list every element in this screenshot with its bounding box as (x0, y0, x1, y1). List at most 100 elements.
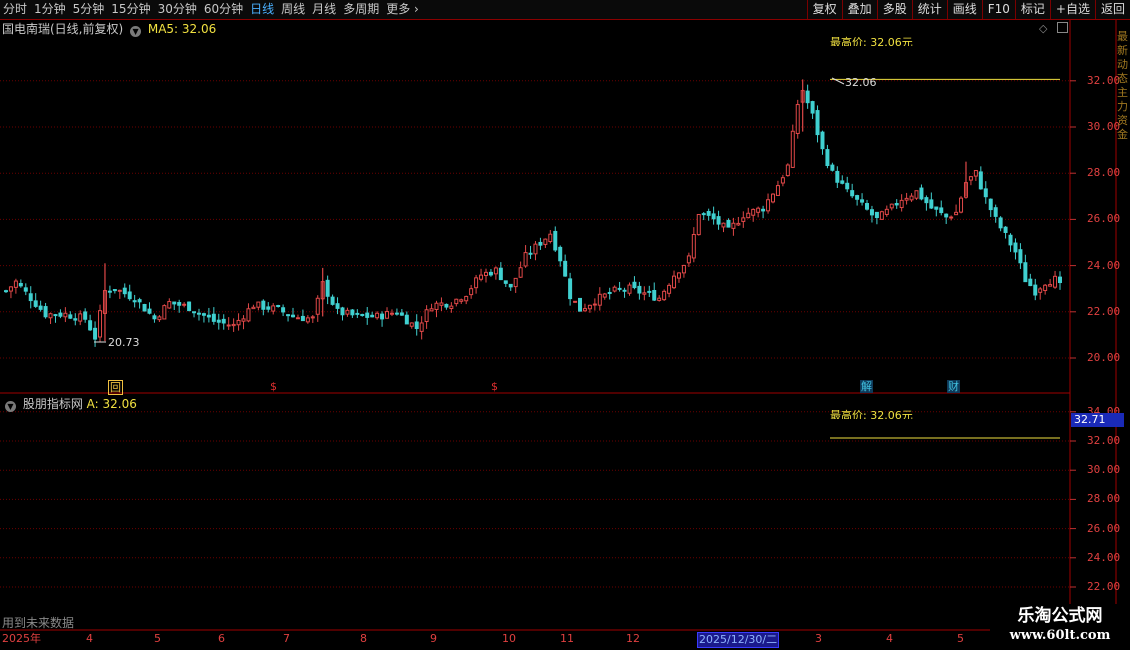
candle-body (449, 305, 454, 309)
candle-body (548, 233, 553, 242)
candle-body (865, 203, 870, 210)
candle-body (607, 291, 612, 294)
candle-body (231, 323, 236, 327)
watermark-title: 乐淘公式网 (1017, 606, 1103, 626)
chevron-down-icon[interactable]: ▼ (5, 401, 16, 412)
date-tick-label: 2025年 (2, 632, 41, 645)
candle-body (578, 297, 583, 312)
candle-body (493, 267, 498, 275)
candle-body (266, 306, 271, 310)
candle-body (63, 312, 68, 318)
candle-body (894, 203, 899, 206)
price-tick-label: 30.00 (1087, 120, 1121, 133)
candle-body (38, 305, 43, 310)
candle-body (1033, 284, 1038, 296)
event-marker[interactable]: 解 (860, 380, 873, 393)
candle-body (355, 312, 360, 315)
candle-body (474, 277, 479, 289)
candle-body (112, 289, 117, 292)
candle-body (528, 252, 533, 255)
date-tick-label: 5 (154, 632, 161, 645)
candle-body (780, 177, 785, 184)
candle-body (483, 271, 488, 277)
event-marker[interactable]: $ (270, 380, 277, 393)
candle-body (498, 267, 503, 281)
candle-body (558, 246, 563, 262)
candle-body (187, 301, 192, 312)
candle-body (914, 190, 919, 199)
candle-body (444, 303, 449, 308)
candle-body (1013, 242, 1018, 253)
candle-body (830, 164, 835, 171)
candle-body (53, 314, 58, 317)
date-tick-label: 4 (886, 632, 893, 645)
candle-body (206, 314, 211, 318)
price-tick-label: 24.00 (1087, 550, 1121, 564)
candle-body (597, 293, 602, 306)
candle-body (221, 318, 226, 324)
candle-body (672, 275, 677, 289)
candle-body (211, 313, 216, 322)
candle-body (850, 190, 855, 197)
right-side-panel-tab[interactable]: 最新动态 主力资金 (1117, 30, 1129, 142)
candle-body (1038, 288, 1043, 293)
candle-body (389, 312, 394, 315)
indicator-value: A: 32.06 (86, 397, 137, 411)
price-tick-label: 26.00 (1087, 212, 1121, 226)
candle-body (652, 289, 657, 301)
price-tick-label: 26.00 (1087, 521, 1121, 535)
candle-body (889, 203, 894, 209)
watermark: 乐淘公式网 www.60lt.com (990, 604, 1130, 650)
candle-body (18, 282, 23, 287)
candle-body (271, 305, 276, 312)
candle-body (251, 306, 256, 310)
candle-body (261, 300, 266, 310)
candle-body (731, 222, 736, 229)
candle-body (177, 302, 182, 306)
candle-body (1058, 276, 1062, 284)
candle-body (434, 302, 439, 311)
candle-body (404, 314, 409, 325)
candle-body (33, 300, 38, 307)
candle-body (286, 314, 291, 317)
candle-body (513, 277, 518, 288)
candle-body (612, 286, 617, 292)
candle-body (949, 216, 954, 219)
candle-body (622, 289, 627, 292)
event-marker[interactable]: $ (491, 380, 498, 393)
event-marker[interactable]: 财 (947, 380, 960, 393)
price-tick-label: 20.00 (1087, 351, 1121, 364)
date-tick-label: 4 (86, 632, 93, 645)
candle-body (360, 313, 365, 317)
candle-body (28, 293, 33, 302)
candle-body (83, 311, 88, 320)
candle-body (988, 198, 993, 211)
candle-body (676, 272, 681, 279)
date-tick-label: 10 (502, 632, 516, 645)
candle-body (93, 327, 98, 340)
candle-body (983, 188, 988, 198)
candle-body (78, 313, 83, 322)
candle-body (543, 238, 548, 245)
candle-body (464, 295, 469, 302)
candle-body (137, 299, 142, 303)
future-data-note: 用到未来数据 (2, 616, 75, 630)
event-marker[interactable]: 回 (108, 380, 123, 395)
candle-body (726, 219, 731, 228)
candle-body (68, 314, 73, 319)
candle-body (1053, 275, 1058, 288)
candle-body (978, 171, 983, 190)
date-tick-label: 5 (957, 632, 964, 645)
current-value-badge: 32.71 (1071, 413, 1124, 427)
candle-body (746, 212, 751, 219)
candle-body (192, 311, 197, 314)
candle-body (835, 170, 840, 183)
candle-body (553, 230, 558, 251)
watermark-url: www.60lt.com (1009, 628, 1111, 643)
price-tick-label: 28.00 (1087, 492, 1121, 506)
candle-body (295, 317, 300, 320)
candle-body (167, 301, 172, 309)
candle-body (810, 101, 815, 114)
candle-body (157, 316, 162, 321)
candlestick-chart[interactable] (0, 0, 1130, 650)
